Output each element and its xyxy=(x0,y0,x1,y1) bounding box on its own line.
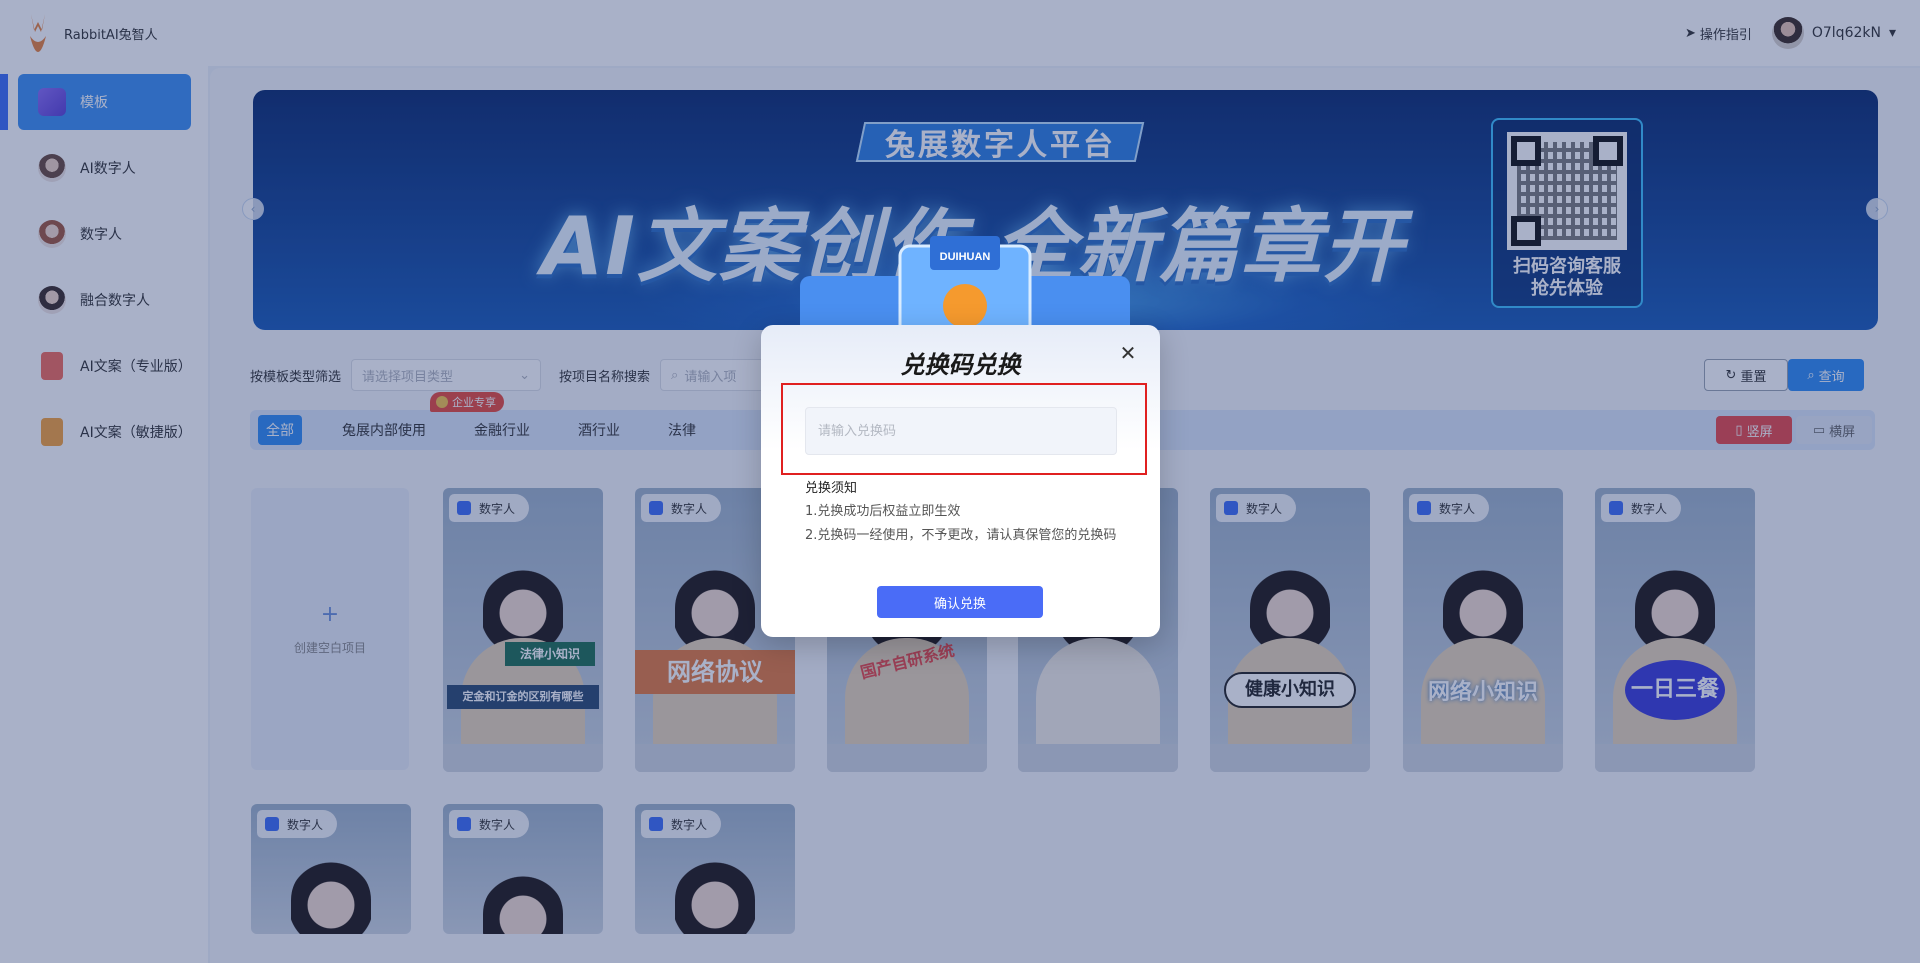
redeem-code-input[interactable] xyxy=(805,407,1117,455)
notice-line-1: 1.兑换成功后权益立即生效 xyxy=(805,504,961,519)
redeem-code-dialog: 兑换码兑换 ✕ 兑换须知 1.兑换成功后权益立即生效 2.兑换码一经使用，不予更… xyxy=(761,325,1160,637)
confirm-redeem-button[interactable]: 确认兑换 xyxy=(877,586,1043,618)
notice-title: 兑换须知 xyxy=(805,481,858,496)
dialog-title: 兑换码兑换 xyxy=(900,351,1021,379)
illustration-text: DUIHUAN xyxy=(940,251,991,263)
close-icon[interactable]: ✕ xyxy=(1118,343,1138,363)
notice-line-2: 2.兑换码一经使用，不予更改，请认真保管您的兑换码 xyxy=(805,528,1117,543)
redeem-box-illustration: DUIHUAN xyxy=(800,236,1130,336)
